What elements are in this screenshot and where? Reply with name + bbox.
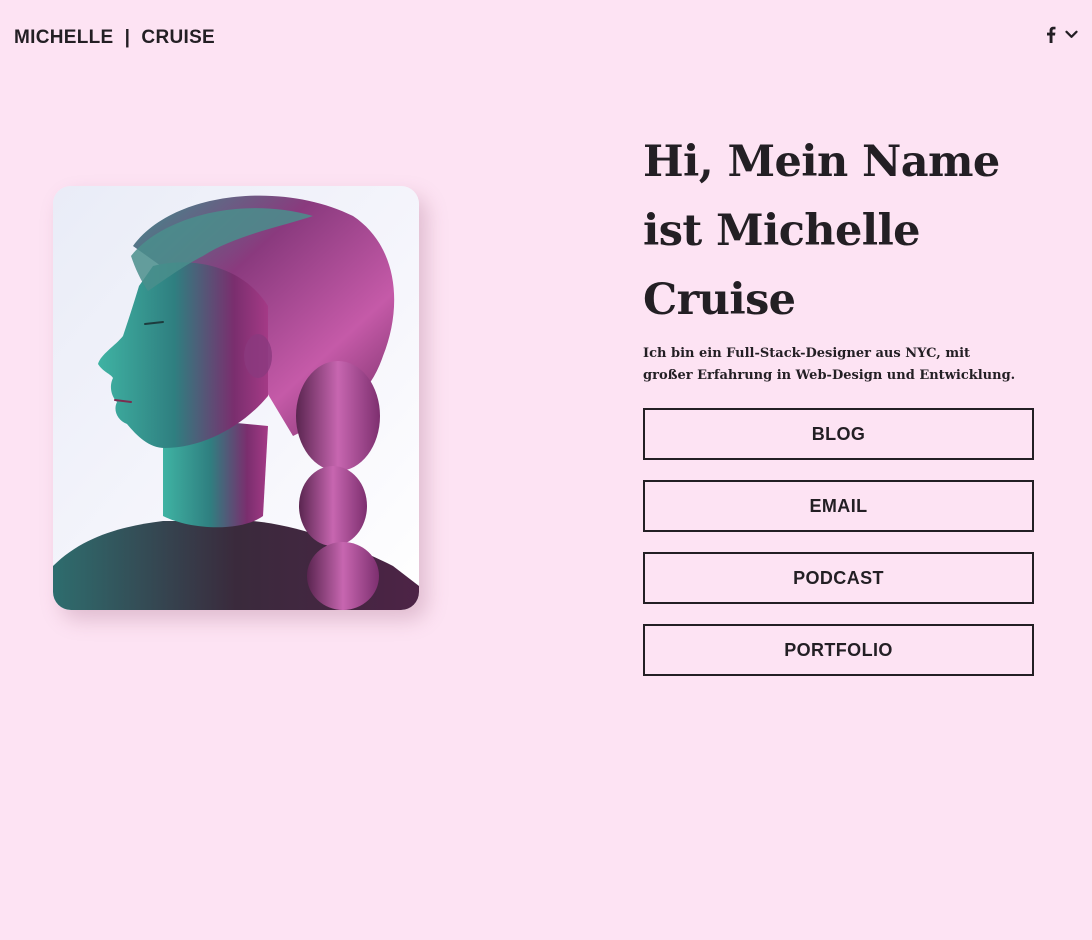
portfolio-button[interactable]: PORTFOLIO <box>643 624 1034 676</box>
facebook-icon[interactable] <box>1046 26 1056 43</box>
hero-subtitle: Ich bin ein Full-Stack-Designer aus NYC,… <box>643 346 1016 383</box>
site-logo[interactable]: MICHELLE | CRUISE <box>14 27 215 49</box>
header-icons <box>1046 26 1078 43</box>
podcast-button[interactable]: PODCAST <box>643 552 1034 604</box>
hero-title: Hi, Mein Name ist Michelle Cruise <box>643 137 1000 325</box>
blog-button[interactable]: BLOG <box>643 408 1034 460</box>
site-header: MICHELLE | CRUISE <box>0 0 1092 78</box>
hero-section: Hi, Mein Name ist Michelle Cruise Ich bi… <box>643 128 1043 387</box>
email-button[interactable]: EMAIL <box>643 480 1034 532</box>
link-list: BLOG EMAIL PODCAST PORTFOLIO <box>643 408 1034 696</box>
chevron-down-icon[interactable] <box>1065 30 1078 39</box>
profile-portrait <box>53 186 419 610</box>
